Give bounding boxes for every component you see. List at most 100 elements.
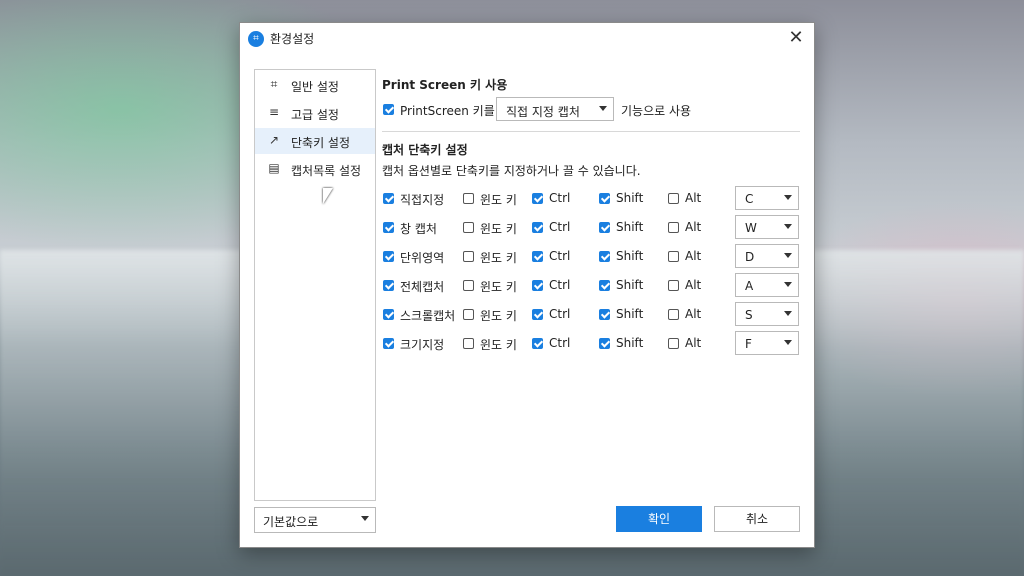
win-key-label: 윈도 키 xyxy=(480,280,517,294)
alt-label: Alt xyxy=(685,220,702,234)
shortcut-row-label: 단위영역 xyxy=(400,251,445,265)
shortcut-key-value: A xyxy=(745,279,754,293)
ctrl-checkbox[interactable] xyxy=(532,338,543,349)
ctrl-checkbox[interactable] xyxy=(532,309,543,320)
shortcut-enable-checkbox[interactable] xyxy=(383,309,394,320)
shortcut-key-select[interactable]: D xyxy=(735,244,799,268)
ctrl-checkbox[interactable] xyxy=(532,280,543,291)
shortcut-key-select[interactable]: S xyxy=(735,302,799,326)
shortcut-enable-checkbox[interactable] xyxy=(383,222,394,233)
win-key-checkbox[interactable] xyxy=(463,251,474,262)
win-key-checkbox[interactable] xyxy=(463,338,474,349)
capture-section-title: 캡처 단축키 설정 xyxy=(382,143,468,157)
sidebar-item-advanced[interactable]: ≡ 고급 설정 xyxy=(255,100,375,126)
shortcut-enable-checkbox[interactable] xyxy=(383,193,394,204)
alt-label: Alt xyxy=(685,278,702,292)
ctrl-label: Ctrl xyxy=(549,307,571,321)
printscreen-section-title: Print Screen 키 사용 xyxy=(382,78,508,92)
shift-checkbox[interactable] xyxy=(599,222,610,233)
chevron-down-icon xyxy=(784,224,792,229)
shortcut-row-label: 스크롤캡처 xyxy=(400,309,456,323)
shortcut-key-select[interactable]: W xyxy=(735,215,799,239)
ctrl-checkbox[interactable] xyxy=(532,193,543,204)
ok-button[interactable]: 확인 xyxy=(616,506,702,532)
shortcut-key-value: W xyxy=(745,221,757,235)
shortcut-enable-checkbox[interactable] xyxy=(383,251,394,262)
settings-dialog: ⌗ 환경설정 ✕ ⌗ 일반 설정 ≡ 고급 설정 ↗ 단축키 설정 ▤ 캡처목록… xyxy=(239,22,815,548)
printscreen-checkbox[interactable] xyxy=(383,104,394,115)
sidebar-item-label: 일반 설정 xyxy=(291,80,339,94)
shift-label: Shift xyxy=(616,307,644,321)
crop-icon: ⌗ xyxy=(270,77,278,91)
shift-checkbox[interactable] xyxy=(599,280,610,291)
ctrl-checkbox[interactable] xyxy=(532,222,543,233)
win-key-checkbox[interactable] xyxy=(463,309,474,320)
shortcut-key-select[interactable]: C xyxy=(735,186,799,210)
alt-checkbox[interactable] xyxy=(668,222,679,233)
sidebar-item-label: 고급 설정 xyxy=(291,108,339,122)
alt-checkbox[interactable] xyxy=(668,309,679,320)
capture-description: 캡처 옵션별로 단축키를 지정하거나 끌 수 있습니다. xyxy=(382,164,641,178)
close-button[interactable]: ✕ xyxy=(784,27,808,49)
printscreen-action-value: 직접 지정 캡처 xyxy=(506,105,580,119)
shortcut-key-value: D xyxy=(745,250,755,264)
shortcut-key-select[interactable]: A xyxy=(735,273,799,297)
alt-checkbox[interactable] xyxy=(668,280,679,291)
alt-label: Alt xyxy=(685,307,702,321)
shortcut-row-label: 창 캡처 xyxy=(400,222,437,236)
printscreen-suffix: 기능으로 사용 xyxy=(621,104,692,118)
shortcut-row-label: 크기지정 xyxy=(400,338,445,352)
shift-label: Shift xyxy=(616,249,644,263)
reset-defaults-select[interactable]: 기본값으로 xyxy=(254,507,376,533)
sidebar: ⌗ 일반 설정 ≡ 고급 설정 ↗ 단축키 설정 ▤ 캡처목록 설정 xyxy=(254,69,376,501)
ctrl-label: Ctrl xyxy=(549,278,571,292)
chevron-down-icon xyxy=(361,516,369,521)
shift-checkbox[interactable] xyxy=(599,338,610,349)
shortcut-enable-checkbox[interactable] xyxy=(383,280,394,291)
chevron-down-icon xyxy=(784,253,792,258)
sidebar-item-shortcuts[interactable]: ↗ 단축키 설정 xyxy=(255,128,375,154)
chevron-down-icon xyxy=(784,195,792,200)
shortcut-key-value: F xyxy=(745,337,752,351)
ctrl-label: Ctrl xyxy=(549,220,571,234)
shift-label: Shift xyxy=(616,336,644,350)
shortcut-key-select[interactable]: F xyxy=(735,331,799,355)
win-key-checkbox[interactable] xyxy=(463,222,474,233)
sidebar-item-general[interactable]: ⌗ 일반 설정 xyxy=(255,72,375,98)
alt-checkbox[interactable] xyxy=(668,193,679,204)
win-key-checkbox[interactable] xyxy=(463,193,474,204)
ctrl-label: Ctrl xyxy=(549,191,571,205)
win-key-label: 윈도 키 xyxy=(480,251,517,265)
sidebar-item-capture-list[interactable]: ▤ 캡처목록 설정 xyxy=(255,156,375,182)
cancel-button[interactable]: 취소 xyxy=(714,506,800,532)
win-key-label: 윈도 키 xyxy=(480,309,517,323)
win-key-checkbox[interactable] xyxy=(463,280,474,291)
win-key-label: 윈도 키 xyxy=(480,338,517,352)
shift-checkbox[interactable] xyxy=(599,193,610,204)
printscreen-checkbox-label: PrintScreen 키를 xyxy=(400,104,495,118)
alt-checkbox[interactable] xyxy=(668,251,679,262)
shift-checkbox[interactable] xyxy=(599,251,610,262)
shortcut-row-label: 전체캡처 xyxy=(400,280,445,294)
title-bar[interactable]: ⌗ 환경설정 ✕ xyxy=(240,23,814,53)
win-key-label: 윈도 키 xyxy=(480,222,517,236)
printscreen-action-select[interactable]: 직접 지정 캡처 xyxy=(496,97,614,121)
reset-defaults-label: 기본값으로 xyxy=(263,515,319,529)
ctrl-label: Ctrl xyxy=(549,336,571,350)
chevron-down-icon xyxy=(599,106,607,111)
ctrl-checkbox[interactable] xyxy=(532,251,543,262)
window-title: 환경설정 xyxy=(270,32,315,46)
ctrl-label: Ctrl xyxy=(549,249,571,263)
shift-label: Shift xyxy=(616,278,644,292)
sliders-icon: ≡ xyxy=(268,105,280,119)
mouse-cursor-icon xyxy=(323,188,333,204)
chevron-down-icon xyxy=(784,282,792,287)
shortcut-row-label: 직접지정 xyxy=(400,193,445,207)
alt-label: Alt xyxy=(685,191,702,205)
chevron-down-icon xyxy=(784,311,792,316)
shift-label: Shift xyxy=(616,191,644,205)
alt-checkbox[interactable] xyxy=(668,338,679,349)
shift-checkbox[interactable] xyxy=(599,309,610,320)
shortcut-enable-checkbox[interactable] xyxy=(383,338,394,349)
shortcut-key-value: S xyxy=(745,308,753,322)
